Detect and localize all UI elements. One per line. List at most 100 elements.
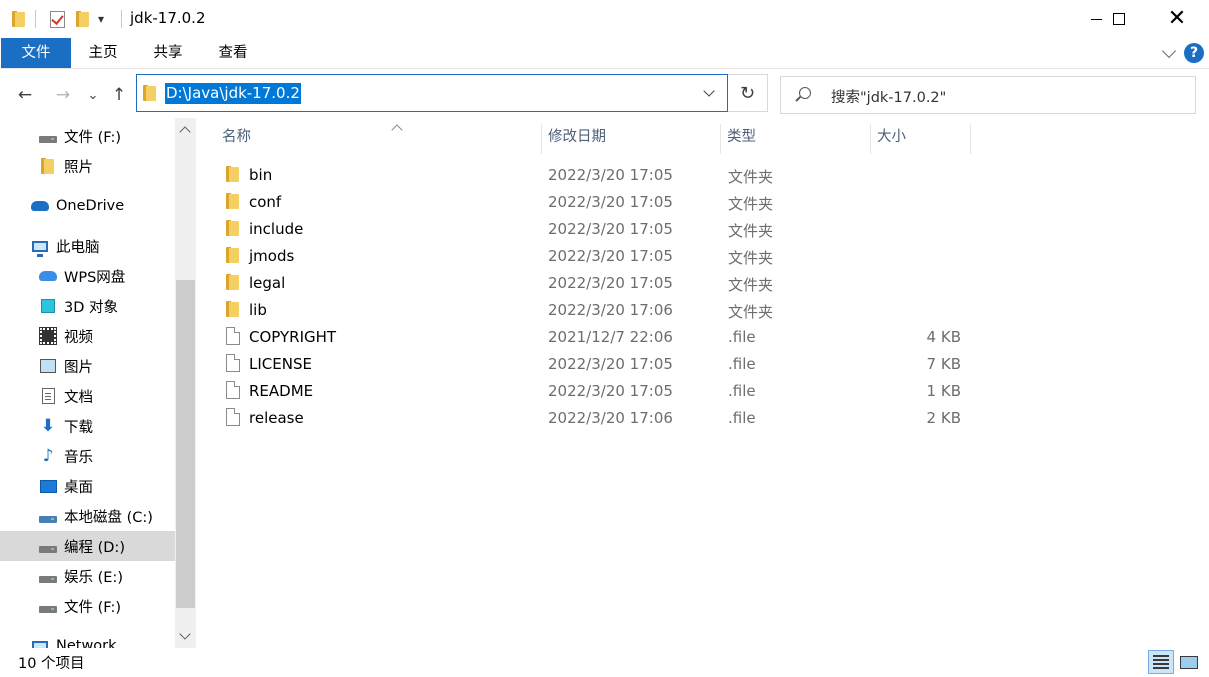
file-row[interactable]: COPYRIGHT 2021/12/7 22:06 .file 4 KB <box>220 324 980 351</box>
file-type: 文件夹 <box>728 168 774 186</box>
help-icon[interactable]: ? <box>1184 43 1204 63</box>
file-type: 文件夹 <box>728 276 774 294</box>
file-type: 文件夹 <box>728 195 774 213</box>
recent-locations-button[interactable]: ⌄ <box>86 84 100 106</box>
sidebar-item-this-pc[interactable]: 此电脑 <box>0 231 175 261</box>
file-row[interactable]: LICENSE 2022/3/20 17:05 .file 7 KB <box>220 351 980 378</box>
sidebar-item-label: OneDrive <box>56 198 125 214</box>
sidebar-item-label: 文件 (F:) <box>64 129 122 146</box>
cloud-icon <box>31 201 49 211</box>
large-icons-view-button[interactable] <box>1176 650 1202 674</box>
file-size: 4 KB <box>926 328 961 346</box>
sidebar-item-downloads[interactable]: ⬇ 下载 <box>0 411 175 441</box>
folder-icon <box>226 192 240 210</box>
document-icon <box>41 388 55 404</box>
scroll-up-icon[interactable] <box>179 126 191 138</box>
up-button[interactable]: ↑ <box>108 84 130 106</box>
file-modified-date: 2022/3/20 17:05 <box>548 274 673 292</box>
picture-icon <box>40 359 56 373</box>
customize-quick-access-icon[interactable]: ▾ <box>98 8 104 30</box>
sidebar-item-videos[interactable]: 视频 <box>0 321 175 351</box>
file-row[interactable]: jmods 2022/3/20 17:05 文件夹 <box>220 243 980 270</box>
file-icon <box>226 327 240 345</box>
sidebar-item-onedrive[interactable]: OneDrive <box>0 191 175 221</box>
maximize-button[interactable] <box>1096 0 1142 38</box>
sidebar-item-label: 视频 <box>64 329 93 346</box>
quick-access-folder-icon[interactable] <box>12 8 26 30</box>
scroll-down-icon[interactable] <box>179 628 191 640</box>
tab-file[interactable]: 文件 <box>1 38 71 68</box>
forward-button[interactable]: → <box>52 84 74 106</box>
sidebar-item-drive-d[interactable]: 编程 (D:) <box>0 531 175 561</box>
sidebar-item-drive-f[interactable]: 文件 (F:) <box>0 121 175 151</box>
folder-icon <box>226 246 240 264</box>
file-row[interactable]: include 2022/3/20 17:05 文件夹 <box>220 216 980 243</box>
sidebar-item-music[interactable]: ♪ 音乐 <box>0 441 175 471</box>
new-folder-icon[interactable] <box>76 8 90 30</box>
sidebar-item-label: WPS网盘 <box>64 269 126 286</box>
sidebar-item-drive-f[interactable]: 文件 (F:) <box>0 591 175 621</box>
sidebar-item-documents[interactable]: 文档 <box>0 381 175 411</box>
back-button[interactable]: ← <box>14 84 36 106</box>
wps-cloud-icon <box>39 271 57 281</box>
file-row[interactable]: bin 2022/3/20 17:05 文件夹 <box>220 162 980 189</box>
column-header-name[interactable]: 名称 <box>216 124 542 154</box>
sidebar-item-photos[interactable]: 照片 <box>0 151 175 181</box>
search-box[interactable]: 搜索"jdk-17.0.2" <box>780 76 1196 114</box>
refresh-button[interactable]: ↻ <box>728 74 768 112</box>
file-modified-date: 2022/3/20 17:05 <box>548 247 673 265</box>
tab-view[interactable]: 查看 <box>210 38 256 68</box>
file-row[interactable]: conf 2022/3/20 17:05 文件夹 <box>220 189 980 216</box>
navigation-pane: 文件 (F:) 照片 OneDrive 此电脑 WPS网盘 3D 对象 视频 图… <box>0 118 196 648</box>
drive-icon <box>39 605 57 613</box>
search-placeholder[interactable]: 搜索"jdk-17.0.2" <box>831 86 946 107</box>
file-type: 文件夹 <box>728 222 774 240</box>
file-row[interactable]: legal 2022/3/20 17:05 文件夹 <box>220 270 980 297</box>
file-type: .file <box>728 355 756 373</box>
status-bar: 10 个项目 <box>0 648 1209 677</box>
sidebar-item-network[interactable]: Network <box>0 631 175 648</box>
column-header-date[interactable]: 修改日期 <box>542 124 721 154</box>
sidebar-item-label: 文档 <box>64 389 93 406</box>
sidebar-item-wps-cloud[interactable]: WPS网盘 <box>0 261 175 291</box>
file-size: 2 KB <box>926 409 961 427</box>
scrollbar-thumb[interactable] <box>176 280 195 608</box>
music-icon: ♪ <box>42 446 54 466</box>
column-header-size[interactable]: 大小 <box>871 124 971 154</box>
sidebar-item-label: 编程 (D:) <box>64 539 125 556</box>
close-button[interactable]: ✕ <box>1154 0 1200 38</box>
file-name: jmods <box>249 247 295 265</box>
chevron-down-icon[interactable] <box>703 85 715 97</box>
sidebar-item-drive-c[interactable]: 本地磁盘 (C:) <box>0 501 175 531</box>
navigation-bar: ← → ⌄ ↑ D:\Java\jdk-17.0.2 ↻ 搜索"jdk-17.0… <box>0 70 1209 118</box>
sidebar-scrollbar[interactable] <box>175 118 196 648</box>
sidebar-item-pictures[interactable]: 图片 <box>0 351 175 381</box>
properties-icon[interactable] <box>50 8 65 30</box>
tab-share[interactable]: 共享 <box>145 38 191 68</box>
file-name: conf <box>249 193 282 211</box>
tab-home[interactable]: 主页 <box>80 38 126 68</box>
sidebar-item-drive-e[interactable]: 娱乐 (E:) <box>0 561 175 591</box>
details-view-button[interactable] <box>1148 650 1174 674</box>
drive-icon <box>39 135 57 143</box>
file-name: bin <box>249 166 273 184</box>
folder-icon <box>226 165 240 183</box>
sidebar-item-label: 娱乐 (E:) <box>64 569 123 586</box>
sidebar-item-3d-objects[interactable]: 3D 对象 <box>0 291 175 321</box>
address-bar[interactable]: D:\Java\jdk-17.0.2 <box>136 74 728 112</box>
file-row[interactable]: README 2022/3/20 17:05 .file 1 KB <box>220 378 980 405</box>
expand-ribbon-icon[interactable] <box>1161 43 1177 58</box>
windows-drive-icon <box>39 515 57 523</box>
file-name: include <box>249 220 304 238</box>
address-text[interactable]: D:\Java\jdk-17.0.2 <box>165 83 301 104</box>
sidebar-item-desktop[interactable]: 桌面 <box>0 471 175 501</box>
file-name: release <box>249 409 304 427</box>
file-modified-date: 2022/3/20 17:06 <box>548 409 673 427</box>
details-view-icon <box>1153 655 1169 669</box>
column-header-type[interactable]: 类型 <box>721 124 871 154</box>
file-type: 文件夹 <box>728 249 774 267</box>
file-row[interactable]: release 2022/3/20 17:06 .file 2 KB <box>220 405 980 432</box>
file-row[interactable]: lib 2022/3/20 17:06 文件夹 <box>220 297 980 324</box>
sort-ascending-icon <box>391 124 403 136</box>
file-name: lib <box>249 301 267 319</box>
